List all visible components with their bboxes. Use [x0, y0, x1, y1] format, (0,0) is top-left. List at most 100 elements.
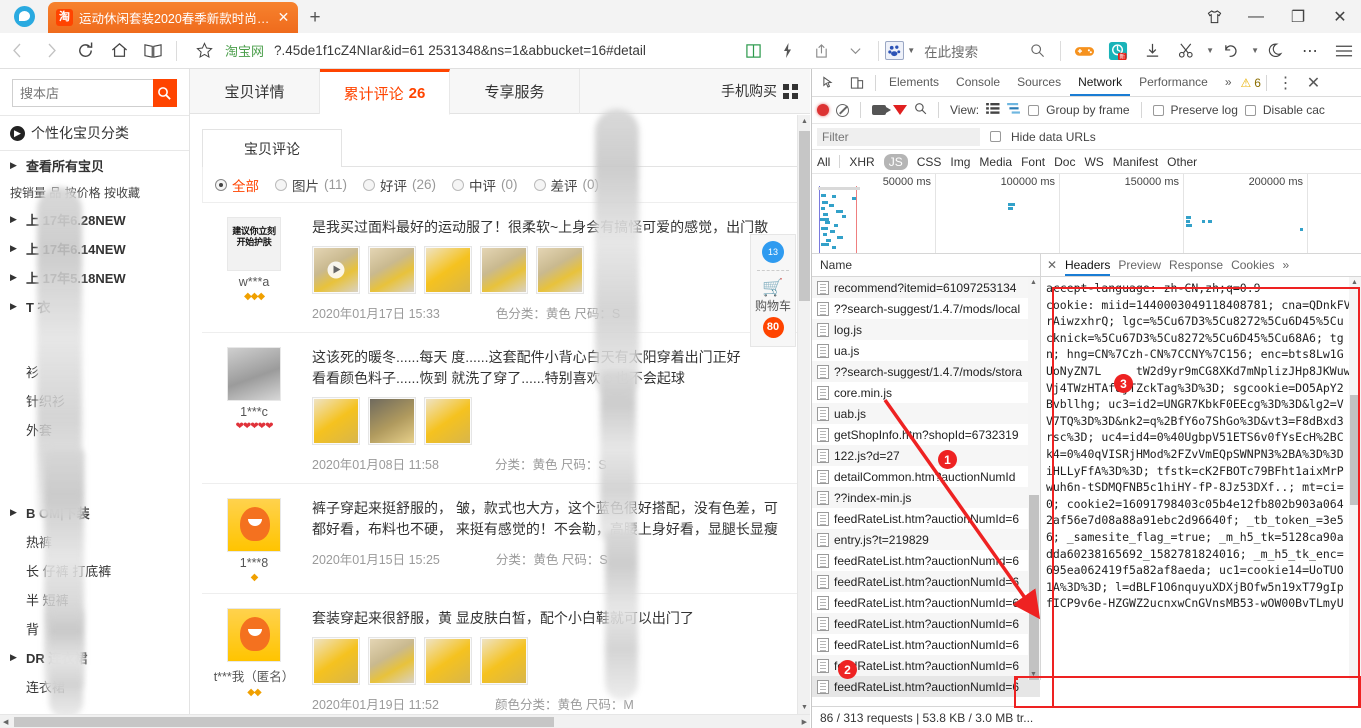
review-thumbnail[interactable] — [424, 397, 472, 445]
radio-icon[interactable] — [533, 178, 546, 191]
table-row[interactable]: ??search-suggest/1.4.7/mods/stora — [812, 361, 1040, 382]
devtools-tab-sources[interactable]: Sources — [1009, 69, 1069, 96]
browser-logo-icon[interactable] — [0, 0, 48, 33]
review-thumbnail[interactable] — [312, 637, 360, 685]
filter-pictures[interactable]: 图片 (11) — [275, 175, 347, 195]
waterfall-view-icon[interactable] — [1007, 103, 1021, 117]
app-new-icon[interactable]: 新 — [1101, 34, 1135, 68]
record-button[interactable] — [817, 104, 829, 116]
radio-icon[interactable] — [215, 178, 227, 191]
review-thumbnail[interactable] — [424, 637, 472, 685]
download-icon[interactable] — [1135, 34, 1169, 68]
type-filter-all[interactable]: All — [817, 155, 830, 169]
table-row-selected[interactable]: feedRateList.htm?auctionNumId=6 — [812, 676, 1040, 697]
detail-tab-preview[interactable]: Preview — [1118, 258, 1161, 272]
type-filter-ws[interactable]: WS — [1084, 155, 1103, 169]
sidebar-dress-item-0[interactable]: 连衣裙 — [0, 672, 189, 701]
disable-cache-checkbox[interactable] — [1244, 104, 1256, 116]
sort-options[interactable]: 按销量 品 按价格 按收藏 — [0, 180, 189, 205]
filter-funnel-icon[interactable] — [893, 105, 907, 115]
library-icon[interactable] — [736, 34, 770, 68]
engine-chevron-icon[interactable]: ▼ — [907, 46, 915, 55]
radio-icon[interactable] — [452, 178, 465, 191]
bookmark-star-icon[interactable] — [187, 34, 221, 68]
page-scrollbar-vertical[interactable]: ▲ ▼ — [797, 115, 810, 714]
browser-tab-active[interactable]: 淘 运动休闲套装2020春季新款时尚洋气 ✕ — [48, 2, 298, 33]
review-thumbnail[interactable] — [480, 246, 528, 294]
forward-icon[interactable] — [34, 34, 68, 68]
sidebar-bottom-item-1[interactable]: 长 仔裤 打底裤 — [0, 556, 189, 585]
request-list-scrollbar[interactable]: ▲ ▼ — [1027, 277, 1040, 680]
devtools-tab-elements[interactable]: Elements — [881, 69, 947, 96]
table-row[interactable]: ??index-min.js — [812, 487, 1040, 508]
search-icon[interactable] — [1020, 34, 1054, 68]
table-row[interactable]: recommend?itemid=61097253134 — [812, 277, 1040, 298]
sidebar-item-view-all[interactable]: ▶ 查看所有宝贝 — [0, 151, 189, 180]
filter-neutral[interactable]: 中评 (0) — [452, 175, 518, 195]
search-requests-icon[interactable] — [914, 102, 927, 118]
type-filter-img[interactable]: Img — [950, 155, 970, 169]
detail-tab-response[interactable]: Response — [1169, 258, 1223, 272]
shop-search-input[interactable] — [12, 79, 153, 107]
gamepad-icon[interactable] — [1067, 34, 1101, 68]
table-row[interactable]: 122.js?d=27 — [812, 445, 1040, 466]
table-row[interactable]: detailCommon.htm?auctionNumId — [812, 466, 1040, 487]
mobile-buy[interactable]: 手机购买 — [580, 69, 810, 113]
type-filter-xhr[interactable]: XHR — [849, 155, 874, 169]
radio-icon[interactable] — [275, 178, 287, 191]
sidebar-item-bottoms-group[interactable]: ▶ B OM|下装 — [0, 498, 189, 527]
review-thumbnail-video[interactable] — [312, 246, 360, 294]
sidebar-item-cat-1[interactable]: ▶ 上 17年6.14NEW — [0, 234, 189, 263]
review-thumbnail[interactable] — [368, 637, 416, 685]
page-scrollbar-horizontal[interactable]: ◀ ▶ — [0, 714, 810, 728]
table-row[interactable]: entry.js?t=219829 — [812, 529, 1040, 550]
sidebar-subitem-0[interactable]: 衫 — [0, 357, 189, 386]
sidebar-bottom-item-0[interactable]: 热裤 — [0, 527, 189, 556]
undo-chevron-icon[interactable]: ▼ — [1251, 46, 1259, 55]
filter-positive[interactable]: 好评 (26) — [363, 175, 436, 195]
lightning-icon[interactable] — [770, 34, 804, 68]
table-row[interactable]: feedRateList.htm?auctionNumId=6 — [812, 550, 1040, 571]
toolbar-search[interactable]: ▼ 在此搜索 — [885, 34, 1054, 68]
tab-item-reviews[interactable]: 宝贝评论 — [202, 129, 342, 167]
device-toolbar-icon[interactable] — [843, 70, 870, 96]
sidebar-item-cat-2[interactable]: ▶ 上 17年5.18NEW — [0, 263, 189, 292]
table-row[interactable]: uab.js — [812, 403, 1040, 424]
new-tab-button[interactable]: + — [298, 2, 332, 33]
close-window-button[interactable]: ✕ — [1319, 0, 1361, 33]
url-text[interactable]: ?.45de1f1cZ4NIar&id=61 2531348&ns=1&abbu… — [274, 43, 736, 58]
table-row[interactable]: feedRateList.htm?auctionNumId=6 — [812, 592, 1040, 613]
shop-search-box[interactable] — [0, 69, 189, 115]
tab-reviews[interactable]: 累计评论 26 — [320, 69, 450, 115]
hide-data-urls-checkbox[interactable] — [990, 131, 1001, 142]
devtools-tab-console[interactable]: Console — [948, 69, 1008, 96]
table-row[interactable]: ??search-suggest/1.4.7/mods/local — [812, 298, 1040, 319]
devtools-tab-network[interactable]: Network — [1070, 69, 1131, 96]
tab-product-detail[interactable]: 宝贝详情 — [190, 69, 320, 114]
reading-mode-icon[interactable] — [136, 34, 170, 68]
close-detail-icon[interactable]: ✕ — [1047, 258, 1057, 272]
close-tab-icon[interactable]: ✕ — [276, 9, 291, 26]
warning-indicator[interactable]: ⚠ 6 — [1241, 76, 1261, 90]
capture-screenshots-icon[interactable] — [872, 105, 891, 115]
toolbar-search-input[interactable]: 在此搜索 — [924, 41, 1020, 61]
inspect-element-icon[interactable] — [815, 70, 842, 96]
tshirt-icon[interactable] — [1193, 0, 1235, 33]
request-name-column-header[interactable]: Name — [812, 254, 1040, 277]
scissors-chevron-icon[interactable]: ▼ — [1206, 46, 1214, 55]
preserve-log-checkbox[interactable] — [1152, 104, 1164, 116]
review-thumbnail[interactable] — [424, 246, 472, 294]
devtools-close-icon[interactable]: ✕ — [1300, 70, 1327, 96]
play-icon[interactable] — [327, 261, 345, 279]
clear-button[interactable] — [836, 103, 849, 117]
table-row[interactable]: feedRateList.htm?auctionNumId=6 — [812, 571, 1040, 592]
type-filter-css[interactable]: CSS — [917, 155, 942, 169]
group-by-frame-checkbox[interactable] — [1028, 104, 1040, 116]
review-thumbnail[interactable] — [536, 246, 584, 294]
filter-negative[interactable]: 差评 (0) — [533, 175, 599, 195]
sidebar-subitem-1[interactable]: 针织衫 — [0, 386, 189, 415]
shop-search-button[interactable] — [152, 79, 177, 107]
detail-more-tabs-icon[interactable]: » — [1282, 258, 1289, 272]
type-filter-other[interactable]: Other — [1167, 155, 1197, 169]
sidebar-bottom-item-2[interactable]: 半 短裤 — [0, 585, 189, 614]
